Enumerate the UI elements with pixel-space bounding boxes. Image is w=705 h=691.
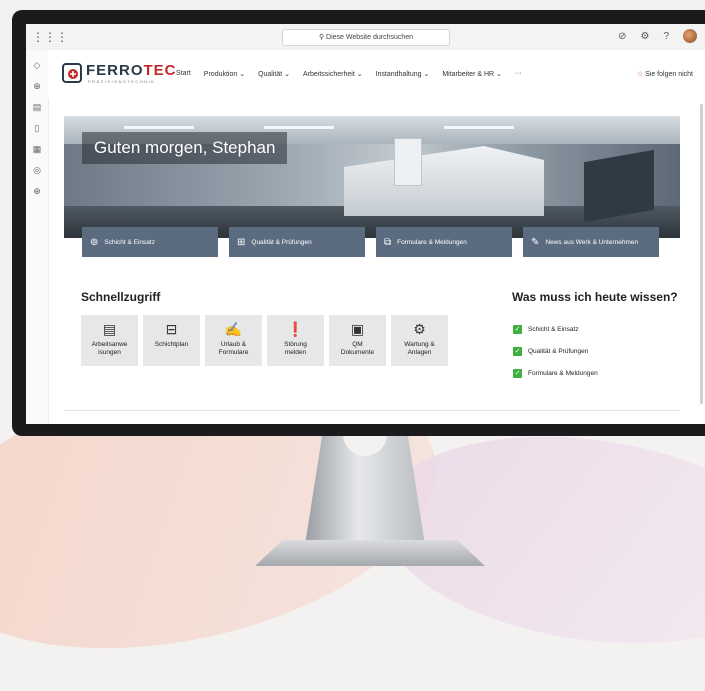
tile-label: Formulare & Meldungen xyxy=(397,238,467,246)
nav-item-qualitaet[interactable]: Qualität ⌄ xyxy=(258,70,290,78)
qm-icon: ▣ xyxy=(350,321,365,337)
today-item-label: Schicht & Einsatz xyxy=(528,325,579,333)
ceiling-lamp xyxy=(444,126,514,129)
news-icon[interactable]: ▤ xyxy=(26,102,48,113)
quick-access-stoerung[interactable]: ❗ Störung melden xyxy=(267,315,324,366)
quick-access-label: Urlaub & Formulare xyxy=(218,341,249,356)
follow-label: Sie folgen nicht xyxy=(645,71,693,78)
nav-item-more[interactable]: ··· xyxy=(515,70,522,78)
suite-bar-icons: ⊘ ⚙ ? xyxy=(618,29,697,43)
control-panel xyxy=(584,149,654,223)
tile-label: Schicht & Einsatz xyxy=(104,238,155,246)
today-item[interactable]: ✓ Formulare & Meldungen xyxy=(513,362,598,384)
forms-icon: ⧉ xyxy=(384,236,392,248)
today-title: Was muss ich heute wissen? xyxy=(512,290,678,304)
signature-icon: ✍ xyxy=(224,321,243,337)
top-navigation: Start Produktion ⌄ Qualität ⌄ Arbeitssic… xyxy=(176,70,522,78)
quick-access-qm-dokumente[interactable]: ▣ QM Dokumente xyxy=(329,315,386,366)
site-header: FERROTEC PRÄZISIONSTECHNIK Start Produkt… xyxy=(48,50,705,98)
globe-icon[interactable]: ⊕ xyxy=(26,81,48,92)
checkbox-icon: ✓ xyxy=(513,368,522,378)
brand-subtitle: PRÄZISIONSTECHNIK xyxy=(88,79,156,84)
lists-icon[interactable]: ▦ xyxy=(26,144,48,155)
follow-button[interactable]: ☆ Sie folgen nicht xyxy=(637,70,693,78)
quick-access-label: Arbeitsanwe isungen xyxy=(91,341,128,356)
checkbox-icon: ✓ xyxy=(513,324,522,334)
ceiling-lamp xyxy=(264,126,334,129)
quick-access-label: Schichtplan xyxy=(154,341,189,348)
hero-tile-qualitaet[interactable]: ⊞ Qualität & Prüfungen xyxy=(229,227,365,257)
search-icon: ⚲ xyxy=(318,34,327,41)
app-rail: ◇ ⊕ ▤ ▯ ▦ ◎ ⊕ xyxy=(26,50,49,424)
waffle-icon[interactable]: ⋮⋮⋮ xyxy=(32,30,68,44)
today-item[interactable]: ✓ Schicht & Einsatz xyxy=(513,318,598,340)
quick-access-arbeitsanweisungen[interactable]: ▤ Arbeitsanwe isungen xyxy=(81,315,138,366)
quick-access-urlaub[interactable]: ✍ Urlaub & Formulare xyxy=(205,315,262,366)
news-icon: ✎ xyxy=(531,236,540,248)
document-icon: ▤ xyxy=(102,321,117,337)
monitor-base xyxy=(255,540,485,566)
quick-access-schichtplan[interactable]: ⊟ Schichtplan xyxy=(143,315,200,366)
quick-access-label: Störung melden xyxy=(284,341,307,356)
hero-tile-formulare[interactable]: ⧉ Formulare & Meldungen xyxy=(376,227,512,257)
help-chat-icon[interactable]: ⊘ xyxy=(618,31,626,42)
search-placeholder: Diese Website durchsuchen xyxy=(326,34,414,41)
today-item-label: Qualität & Prüfungen xyxy=(528,347,589,355)
quick-access-label: QM Dokumente xyxy=(340,341,375,356)
nav-item-start[interactable]: Start xyxy=(176,70,191,78)
browser-screen: ⋮⋮⋮ ⚲ Diese Website durchsuchen ⊘ ⚙ ? ◇ … xyxy=(26,24,705,424)
laser-head xyxy=(394,138,422,186)
brand-name-part1: FERRO xyxy=(86,62,144,79)
presentation-icon: ⊟ xyxy=(165,321,178,337)
pages-icon[interactable]: ◎ xyxy=(26,165,48,176)
brand-name-part2: TEC xyxy=(143,62,177,79)
page-scrollbar[interactable] xyxy=(700,104,703,404)
nav-item-mitarbeiter-hr[interactable]: Mitarbeiter & HR ⌄ xyxy=(442,70,502,78)
nav-item-instandhaltung[interactable]: Instandhaltung ⌄ xyxy=(376,70,430,78)
brand-logo-icon xyxy=(62,63,82,83)
tile-label: News aus Werk & Unternehmen xyxy=(545,238,639,246)
compass-icon: ⊚ xyxy=(90,236,99,248)
files-icon[interactable]: ▯ xyxy=(26,123,48,134)
hero-quick-links: ⊚ Schicht & Einsatz ⊞ Qualität & Prüfungen… xyxy=(82,227,659,257)
quick-access-label: Wartung & Anlagen xyxy=(404,341,435,356)
hero-banner: Guten morgen, Stephan xyxy=(64,116,680,238)
add-icon[interactable]: ⊕ xyxy=(26,186,48,197)
brand-name[interactable]: FERROTEC xyxy=(86,62,177,79)
alert-icon: ❗ xyxy=(286,321,305,337)
tile-label: Qualität & Prüfungen xyxy=(251,238,312,246)
chart-icon: ⊞ xyxy=(237,236,246,248)
checkbox-icon: ✓ xyxy=(513,346,522,356)
star-icon: ☆ xyxy=(636,71,644,78)
quick-access-wartung[interactable]: ⚙ Wartung & Anlagen xyxy=(391,315,448,366)
help-icon[interactable]: ? xyxy=(663,31,669,42)
home-icon[interactable]: ◇ xyxy=(26,60,48,71)
suite-bar: ⋮⋮⋮ ⚲ Diese Website durchsuchen ⊘ ⚙ ? xyxy=(26,24,705,51)
section-divider xyxy=(64,410,680,411)
conveyor-icon: ⚙ xyxy=(413,321,426,337)
nav-item-produktion[interactable]: Produktion ⌄ xyxy=(204,70,245,78)
quick-access-title: Schnellzugriff xyxy=(81,290,161,304)
today-item-label: Formulare & Meldungen xyxy=(528,369,598,377)
quick-access-grid: ▤ Arbeitsanwe isungen ⊟ Schichtplan ✍ Urlau… xyxy=(81,315,448,366)
today-item[interactable]: ✓ Qualität & Prüfungen xyxy=(513,340,598,362)
hero-tile-news[interactable]: ✎ News aus Werk & Unternehmen xyxy=(523,227,659,257)
ceiling-lamp xyxy=(124,126,194,129)
settings-icon[interactable]: ⚙ xyxy=(640,31,649,42)
search-input[interactable]: ⚲ Diese Website durchsuchen xyxy=(282,29,450,46)
hero-greeting: Guten morgen, Stephan xyxy=(82,132,288,164)
avatar[interactable] xyxy=(683,29,697,43)
today-list: ✓ Schicht & Einsatz ✓ Qualität & Prüfungen… xyxy=(513,318,598,384)
hero-tile-schicht[interactable]: ⊚ Schicht & Einsatz xyxy=(82,227,218,257)
laser-machine xyxy=(344,146,544,216)
nav-item-arbeitssicherheit[interactable]: Arbeitssicherheit ⌄ xyxy=(303,70,363,78)
